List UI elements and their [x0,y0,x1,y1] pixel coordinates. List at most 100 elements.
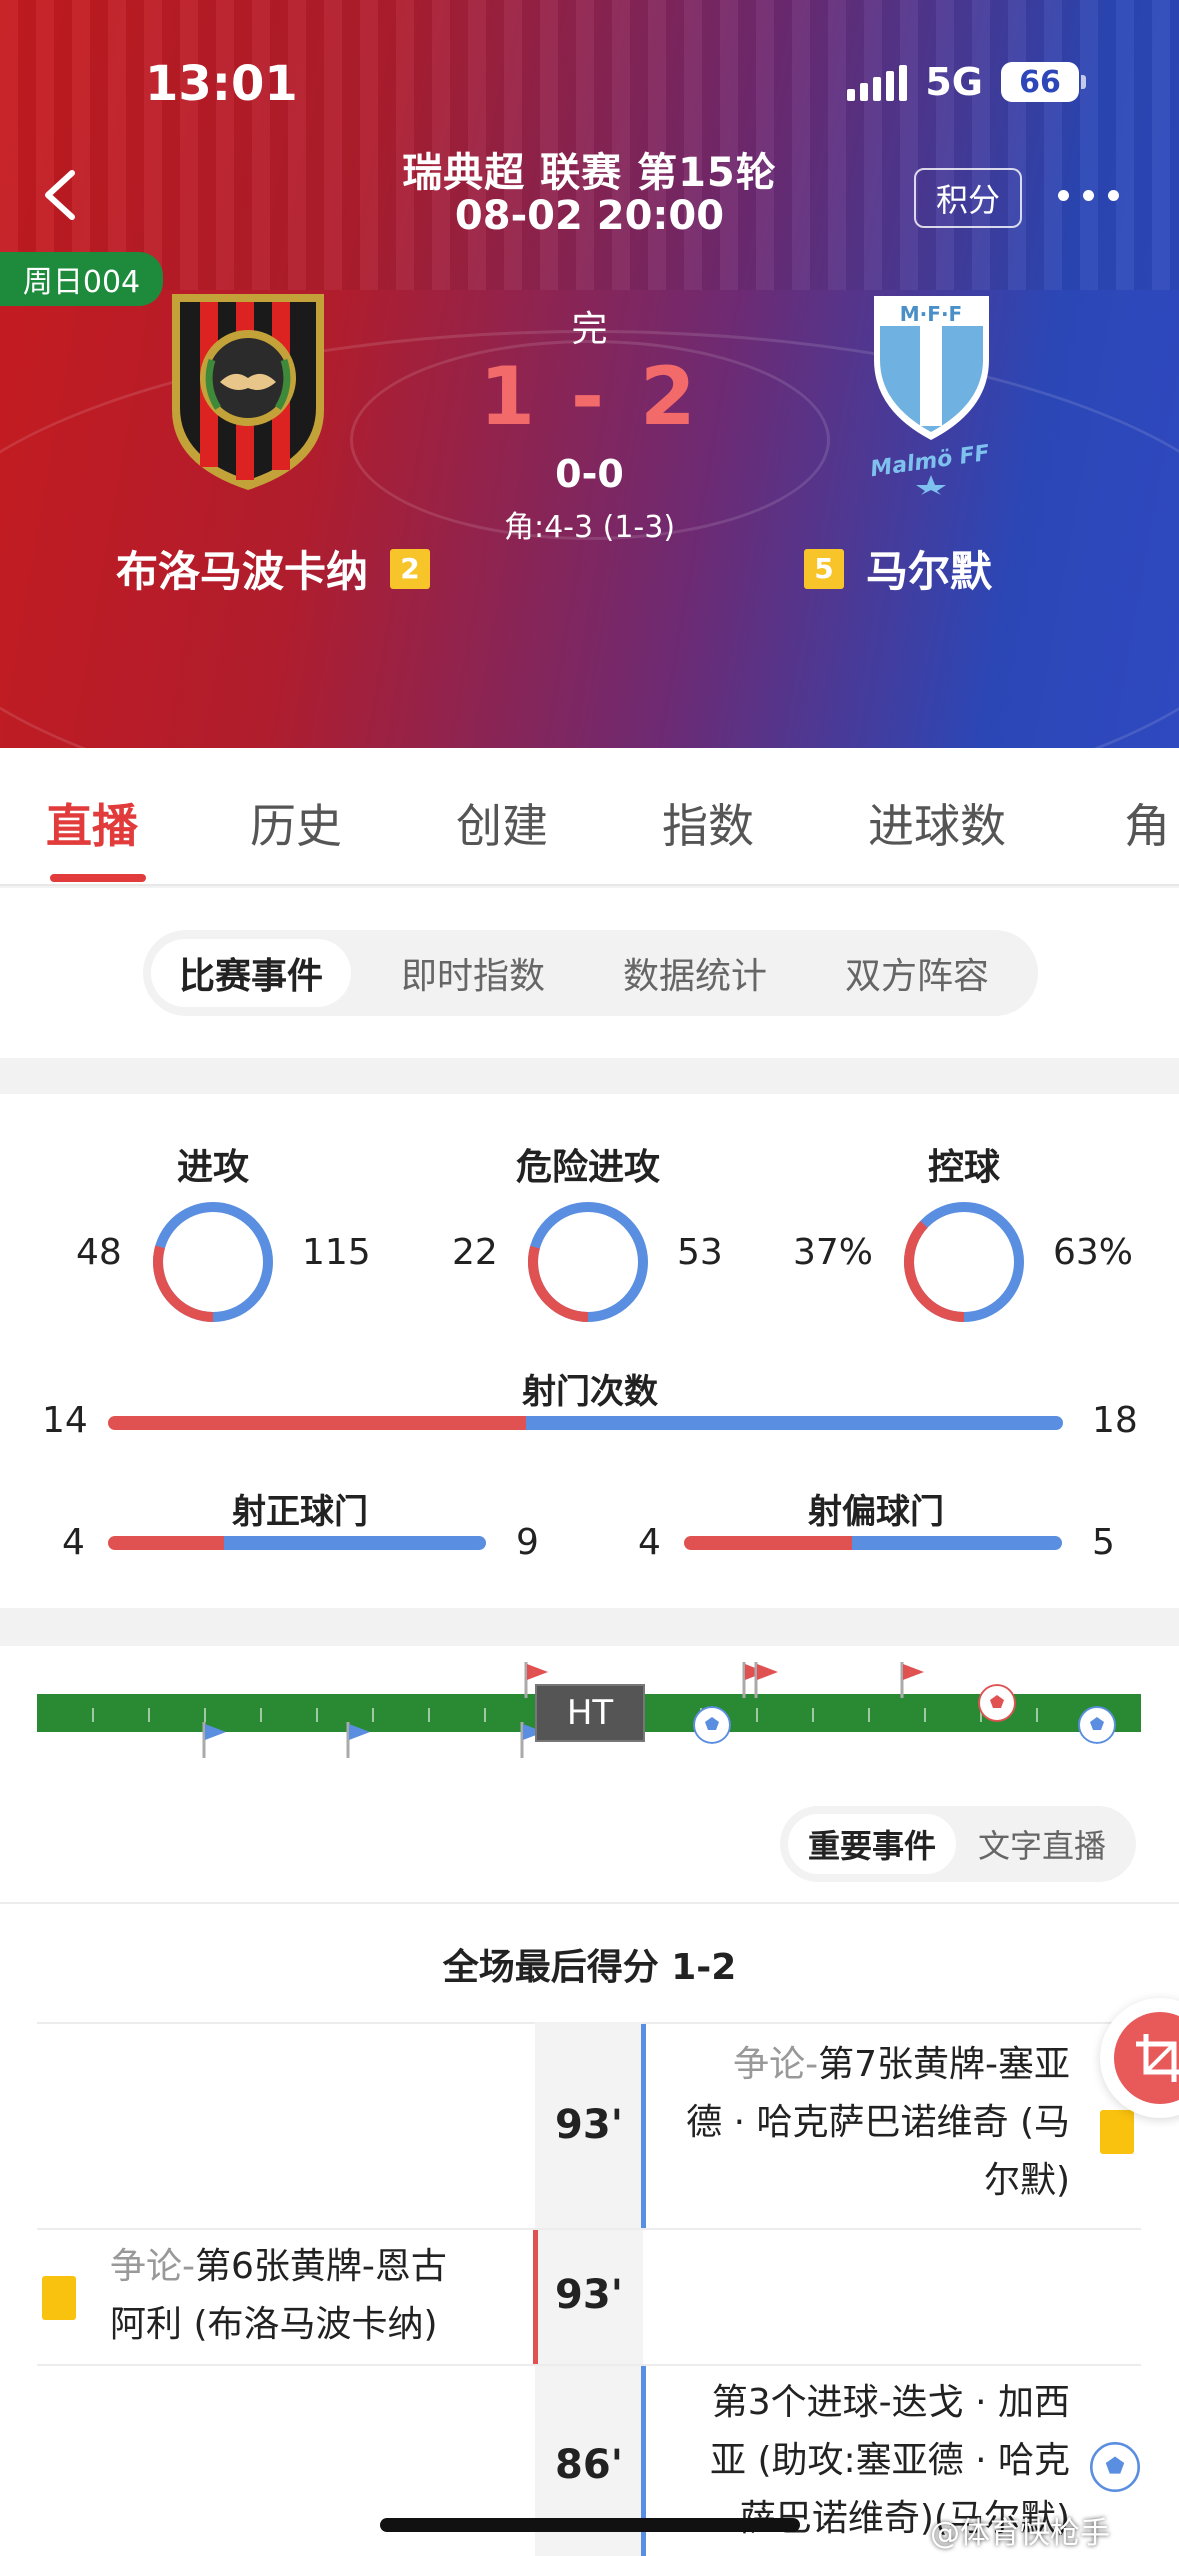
home-team[interactable]: 布洛马波卡纳 2 [116,538,431,599]
off-target-home: 4 [638,1522,661,1563]
event-description[interactable]: 争论-第6张黄牌-恩古 阿利 (布洛马波卡纳) [110,2238,520,2354]
timeline-tick [428,1708,430,1722]
stat-home-dangerous: 22 [452,1232,498,1273]
shots-home: 14 [42,1400,88,1441]
event-minute: 86' [555,2442,623,2488]
divider [37,2228,1141,2230]
on-target-bar [108,1536,486,1550]
event-prefix: 争论- [733,2044,819,2085]
away-corner-flag-icon [346,1722,370,1758]
halftime-marker: HT [535,1684,645,1742]
timeline-tick [484,1708,486,1722]
stats-panel: 进攻 48 115 危险进攻 22 53 控球 37% 63% 射门次数 14 … [0,1094,1179,1608]
battery-icon: 66 [1001,62,1086,102]
network-label: 5G [925,60,983,104]
shots-away: 18 [1092,1400,1138,1441]
timeline-tick [92,1708,94,1722]
off-target-away: 5 [1092,1522,1115,1563]
event-line2: 亚 (助攻:塞亚德 · 哈克 [710,2440,1070,2481]
halftime-score: 0-0 [555,452,624,496]
on-target-title: 射正球门 [232,1492,368,1532]
stat-title-dangerous: 危险进攻 [515,1147,660,1188]
stat-home-attacks: 48 [76,1232,122,1273]
timeline-tick [868,1708,870,1722]
goal-ball-icon [1090,2442,1140,2492]
events-list: 全场最后得分 1-2 93' 争论-第7张黄牌-塞亚 德 · 哈克萨巴诺维奇 (… [0,1902,1179,2556]
standings-button[interactable]: 积分 [914,168,1022,228]
tab-live[interactable]: 直播 [46,790,138,856]
tab-create[interactable]: 创建 [456,790,548,856]
away-team[interactable]: 5 马尔默 [804,538,992,599]
event-line1: 第7张黄牌-塞亚 [818,2044,1070,2085]
stat-title-possession: 控球 [927,1147,1000,1188]
event-line3: 尔默) [983,2160,1070,2201]
timeline-tick [756,1708,758,1722]
match-status: 完 [571,309,608,350]
final-score-summary: 全场最后得分 1-2 [442,1947,737,1988]
event-line1: 第3个进球-迭戈 · 加西 [711,2382,1070,2423]
crop-icon [1114,2012,1179,2104]
watermark: @体育快枪手 [930,2516,1110,2551]
event-toggle: 重要事件 文字直播 [780,1806,1136,1882]
active-tab-indicator [50,874,146,882]
home-goal-ball-icon[interactable] [978,1684,1016,1722]
subtab-live-odds[interactable]: 即时指数 [373,939,573,1007]
off-target-title: 射偏球门 [808,1492,944,1532]
event-description[interactable]: 争论-第7张黄牌-塞亚 德 · 哈克萨巴诺维奇 (马 尔默) [670,2036,1070,2210]
away-goal-ball-icon[interactable] [1078,1706,1116,1744]
tab-history[interactable]: 历史 [250,790,342,856]
event-minute: 93' [555,2272,623,2318]
home-team-rank: 2 [390,548,431,589]
divider [37,2364,1141,2366]
timeline-tick [148,1708,150,1722]
toggle-text-live[interactable]: 文字直播 [958,1814,1126,1874]
timeline-tick [1036,1708,1038,1722]
status-time: 13:01 [145,56,298,112]
more-icon[interactable] [1058,190,1119,201]
tab-corners[interactable]: 角 [1124,790,1170,856]
timeline-tick [812,1708,814,1722]
away-team-name: 马尔默 [866,547,993,596]
away-goal-ball-icon[interactable] [693,1706,731,1744]
possession-ring [904,1202,1024,1322]
attacks-ring [153,1202,273,1322]
stat-home-possession: 37% [793,1232,874,1273]
home-team-name: 布洛马波卡纳 [116,547,369,596]
away-team-rank: 5 [804,548,844,589]
yellow-card-icon [1100,2110,1134,2154]
status-icons: 5G 66 [847,60,1086,104]
shots-bar [108,1416,1063,1430]
subtab-statistics[interactable]: 数据统计 [595,939,795,1007]
match-header: 13:01 5G 66 瑞典超 联赛 第15轮 08-02 20:00 积分 周… [0,0,1179,748]
stat-away-possession: 63% [1053,1232,1134,1273]
away-corner-flag-icon [202,1722,226,1758]
timeline-tick [924,1708,926,1722]
timeline-area: HT 重要事件 文字直播 [0,1646,1179,1902]
signal-icon [847,63,908,101]
timeline-tick [316,1708,318,1722]
shots-title: 射门次数 [522,1372,658,1412]
on-target-home: 4 [62,1522,85,1563]
event-minute: 93' [555,2102,623,2148]
sub-tab-area: 比赛事件 即时指数 数据统计 双方阵容 [0,888,1179,1058]
timeline-tick [260,1708,262,1722]
tab-goals[interactable]: 进球数 [868,790,1006,856]
home-corner-flag-icon [900,1662,924,1698]
event-prefix: 争论- [110,2246,195,2287]
final-score: 1 - 2 [479,350,700,443]
off-target-bar [684,1536,1062,1550]
stat-away-dangerous: 53 [677,1232,723,1273]
home-indicator[interactable] [380,2518,800,2532]
subtab-lineups[interactable]: 双方阵容 [817,939,1017,1007]
subtab-events[interactable]: 比赛事件 [151,939,352,1007]
event-line1: 第6张黄牌-恩古 [195,2246,447,2287]
toggle-key-events[interactable]: 重要事件 [788,1814,957,1874]
stat-away-attacks: 115 [302,1232,371,1273]
event-line2: 阿利 (布洛马波卡纳) [110,2304,438,2345]
dangerous-ring [528,1202,648,1322]
yellow-card-icon [42,2276,76,2320]
sub-tabs: 比赛事件 即时指数 数据统计 双方阵容 [143,930,1038,1016]
tab-odds[interactable]: 指数 [662,790,754,856]
match-code-badge: 周日004 [0,252,163,306]
match-page: 13:01 5G 66 瑞典超 联赛 第15轮 08-02 20:00 积分 周… [0,0,1179,2556]
